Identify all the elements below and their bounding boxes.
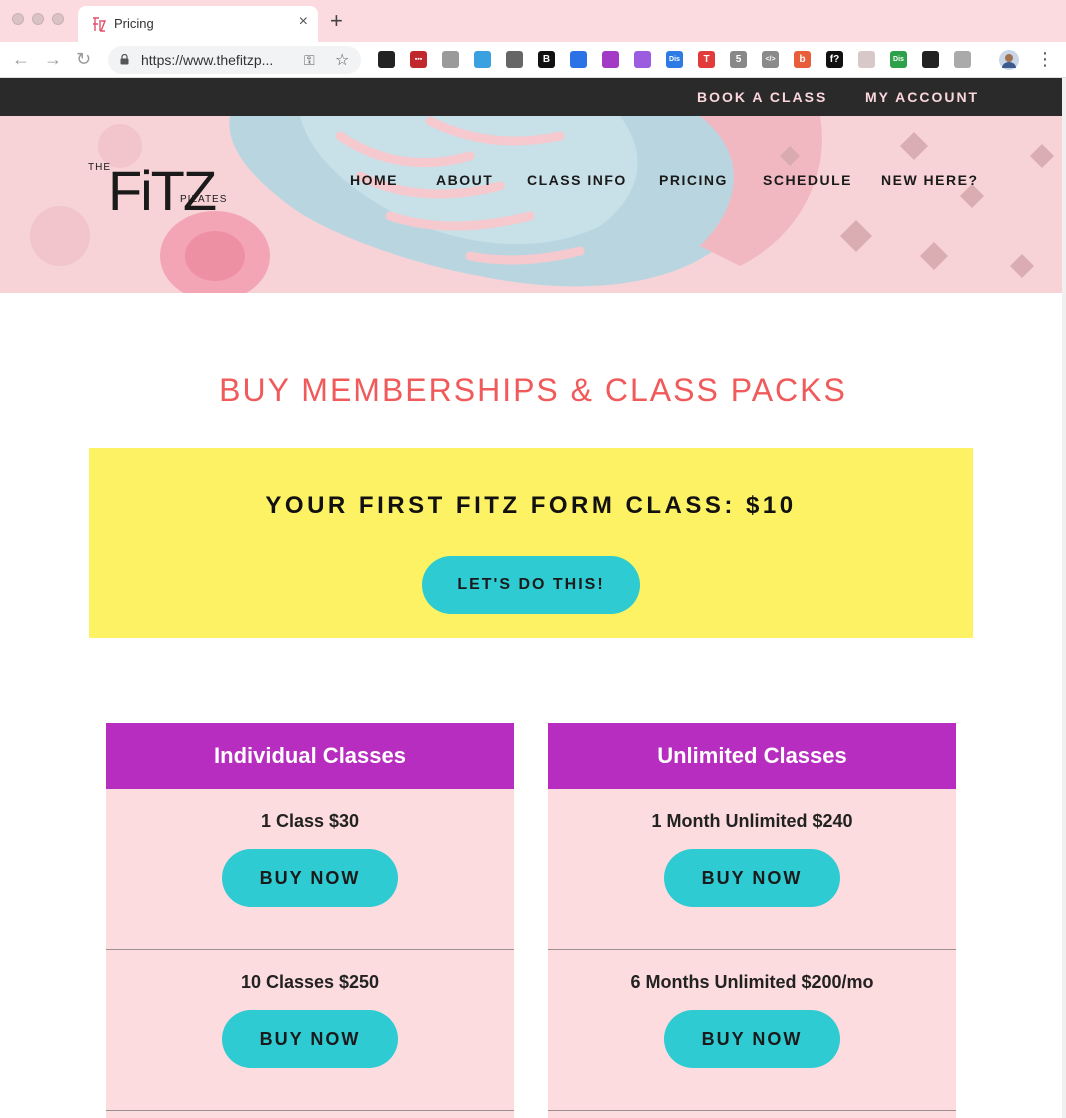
list-item: 10 Classes $250 BUY NOW <box>106 950 514 1111</box>
chrome-ext-fingerprint-icon[interactable]: 5 <box>730 51 747 68</box>
chrome-ext-page-icon[interactable] <box>858 51 875 68</box>
chrome-ext-color-wheel-icon[interactable] <box>378 51 395 68</box>
reload-icon[interactable]: ↻ <box>76 49 91 69</box>
forward-arrow-icon[interactable]: → <box>44 49 62 69</box>
page-title: BUY MEMBERSHIPS & CLASS PACKS <box>219 372 847 408</box>
bookmark-star-icon[interactable]: ☆ <box>335 50 349 70</box>
chrome-ext-spiral-icon[interactable] <box>506 51 523 68</box>
chrome-ext-dis-icon[interactable]: Dis <box>666 51 683 68</box>
buy-now-button[interactable]: BUY NOW <box>222 1010 398 1068</box>
price-label: 10 Classes $250 <box>240 972 380 992</box>
address-bar[interactable]: https://www.thefitzp... ⚿ ☆ <box>108 46 361 74</box>
new-tab-button[interactable]: + <box>330 10 343 32</box>
nav-home[interactable]: HOME <box>350 172 398 188</box>
nav-about[interactable]: ABOUT <box>436 172 493 188</box>
tab-close-icon[interactable]: × <box>299 13 308 31</box>
lets-do-this-button[interactable]: LET'S DO THIS! <box>422 556 640 614</box>
browser-tab-strip: Pricing × + <box>0 0 1066 42</box>
buy-now-button[interactable]: BUY NOW <box>664 1010 840 1068</box>
chrome-ext-red-grid-icon[interactable]: ▪▪▪ <box>410 51 427 68</box>
chrome-ext-refresh-icon[interactable] <box>954 51 971 68</box>
chrome-ext-purple-gem-icon[interactable] <box>634 51 651 68</box>
promo-title: YOUR FIRST FITZ FORM CLASS: $10 <box>265 492 797 519</box>
card-title: Unlimited Classes <box>548 723 956 789</box>
buy-now-button[interactable]: BUY NOW <box>664 849 840 907</box>
nav-new-here[interactable]: NEW HERE? <box>881 172 979 188</box>
list-item: 6 Months Unlimited $200/mo BUY NOW <box>548 950 956 1111</box>
tab-title: Pricing <box>114 16 154 31</box>
profile-avatar[interactable] <box>999 50 1019 70</box>
unlimited-classes-card: Unlimited Classes 1 Month Unlimited $240… <box>548 723 956 1118</box>
buy-now-button[interactable]: BUY NOW <box>222 849 398 907</box>
fitz-pilates-logo[interactable]: THE FiTZ PILATES <box>88 146 238 218</box>
back-arrow-icon[interactable]: ← <box>12 49 30 69</box>
card-title: Individual Classes <box>106 723 514 789</box>
window-zoom-icon[interactable] <box>52 13 64 25</box>
chrome-ext-dropbox-icon[interactable] <box>570 51 587 68</box>
first-class-promo: YOUR FIRST FITZ FORM CLASS: $10 LET'S DO… <box>89 448 973 638</box>
browser-menu-icon[interactable]: ⋮ <box>1036 48 1054 70</box>
list-item: 1 Month Unlimited $240 BUY NOW <box>548 789 956 950</box>
scrollbar[interactable] <box>1062 78 1066 1118</box>
chrome-ext-camera-icon[interactable] <box>442 51 459 68</box>
logo-pilates-text: PILATES <box>180 194 227 205</box>
list-item: 1 Class $30 BUY NOW <box>106 789 514 950</box>
price-label: 1 Class $30 <box>260 811 360 831</box>
window-minimize-icon[interactable] <box>32 13 44 25</box>
chrome-ext-b-circle-icon[interactable]: b <box>794 51 811 68</box>
utility-bar: BOOK A CLASS MY ACCOUNT <box>0 78 1066 116</box>
individual-classes-card: Individual Classes 1 Class $30 BUY NOW 1… <box>106 723 514 1118</box>
window-close-icon[interactable] <box>12 13 24 25</box>
chrome-ext-dis-green-icon[interactable]: Dis <box>890 51 907 68</box>
price-label: 6 Months Unlimited $200/mo <box>630 972 874 992</box>
book-a-class-link[interactable]: BOOK A CLASS <box>697 89 827 105</box>
chrome-ext-cloud-icon[interactable] <box>922 51 939 68</box>
chrome-ext-red-t-icon[interactable]: T <box>698 51 715 68</box>
chrome-ext-eyedropper-icon[interactable] <box>602 51 619 68</box>
my-account-link[interactable]: MY ACCOUNT <box>865 89 979 105</box>
chrome-ext-font-icon[interactable]: f? <box>826 51 843 68</box>
nav-schedule[interactable]: SCHEDULE <box>763 172 852 188</box>
browser-toolbar: ← → ↻ https://www.thefitzp... ⚿ ☆ ▪▪▪ B Di… <box>0 42 1066 78</box>
price-label: 1 Month Unlimited $240 <box>651 811 853 831</box>
chrome-ext-rainbow-icon[interactable] <box>474 51 491 68</box>
fitz-favicon-icon <box>93 17 106 32</box>
nav-pricing[interactable]: PRICING <box>659 172 728 188</box>
nav-class-info[interactable]: CLASS INFO <box>527 172 627 188</box>
chrome-ext-code-icon[interactable]: </> <box>762 51 779 68</box>
lock-icon <box>120 54 129 65</box>
chrome-ext-b-icon[interactable]: B <box>538 51 555 68</box>
password-key-icon[interactable]: ⚿ <box>304 52 315 69</box>
url-text[interactable]: https://www.thefitzp... <box>141 52 273 68</box>
browser-tab-pricing[interactable]: Pricing × <box>78 6 318 42</box>
logo-fitz-text: FiTZ <box>108 159 216 218</box>
